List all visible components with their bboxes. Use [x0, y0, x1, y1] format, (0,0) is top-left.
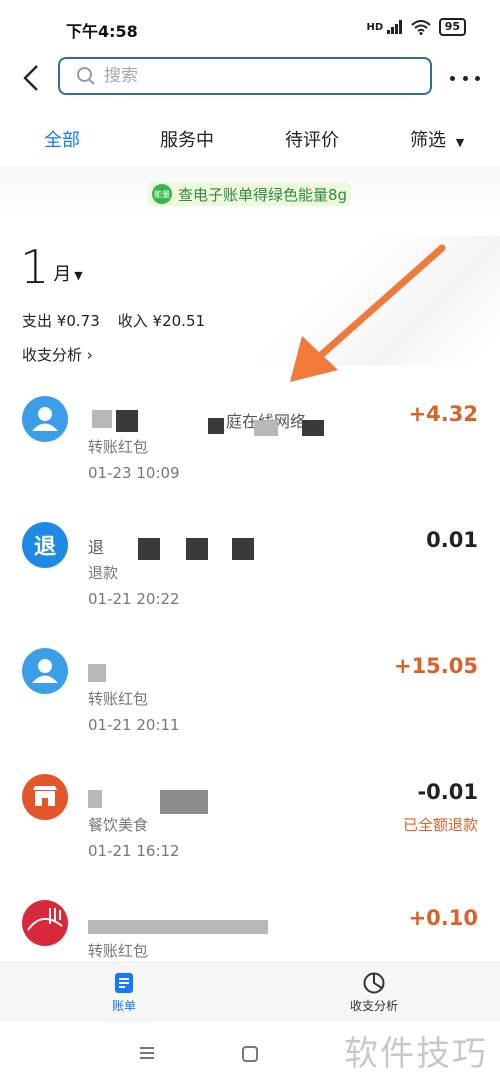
- transaction-row[interactable]: 餐饮美食 01-21 16:12 -0.01 已全额退款: [0, 774, 500, 899]
- more-options-button[interactable]: [450, 64, 480, 92]
- transaction-time: 01-21 16:12: [88, 842, 180, 860]
- bill-icon: [115, 973, 133, 993]
- banner-text: 查电子账单得绿色能量8g: [178, 185, 348, 204]
- transaction-amount: +15.05: [393, 654, 478, 678]
- transaction-amount: +0.10: [408, 906, 478, 930]
- transaction-row[interactable]: 退 退 退款 01-21 20:22 0.01: [0, 522, 500, 647]
- refund-status-note: 已全额退款: [402, 816, 478, 834]
- nav-analysis[interactable]: 收支分析: [334, 971, 414, 1014]
- transaction-category: 转账红包: [88, 438, 149, 456]
- transaction-category: 转账红包: [88, 690, 149, 708]
- person-avatar-icon: [22, 396, 68, 442]
- tab-filter[interactable]: 筛选 ▼: [410, 126, 464, 152]
- transaction-row[interactable]: 庭在线网络 转账红包 01-23 10:09 +4.32: [0, 396, 500, 521]
- status-bar: 下午4:58 HD 95: [0, 0, 500, 56]
- menu-icon[interactable]: [138, 1046, 156, 1060]
- search-header: [0, 56, 500, 100]
- pie-chart-icon: [363, 972, 385, 994]
- transaction-time: 01-21 20:11: [88, 716, 180, 734]
- status-icons: HD 95: [367, 18, 466, 36]
- transaction-category: 餐饮美食: [88, 816, 149, 834]
- search-input[interactable]: [104, 66, 404, 86]
- transaction-amount: +4.32: [408, 402, 478, 426]
- watermark-text: 软件技巧: [344, 1034, 488, 1074]
- refund-icon: 退: [22, 522, 68, 568]
- tab-all[interactable]: 全部: [44, 126, 80, 152]
- more-dot-icon: [450, 75, 455, 81]
- status-time: 下午4:58: [66, 22, 138, 41]
- shop-icon: [22, 774, 68, 820]
- back-button[interactable]: [18, 62, 46, 94]
- month-number: 1: [20, 240, 50, 294]
- signal-icon: HD: [367, 20, 403, 34]
- month-selector[interactable]: 1 月 ▼: [20, 242, 83, 292]
- annotation-arrow-icon: [290, 244, 446, 382]
- expense-total: 支出 ¥0.73: [22, 312, 100, 330]
- transaction-category: 转账红包: [88, 942, 149, 960]
- analysis-link[interactable]: 收支分析 ›: [22, 344, 93, 365]
- transaction-name: [88, 910, 388, 936]
- photo-avatar: [22, 900, 68, 946]
- transaction-time: 01-23 10:09: [88, 464, 180, 482]
- tab-filter-label: 筛选: [410, 130, 446, 151]
- transaction-name: 退: [88, 532, 388, 560]
- back-arrow-icon: [23, 65, 38, 91]
- more-dot-icon: [462, 75, 468, 81]
- caret-down-icon: ▼: [455, 136, 465, 149]
- transaction-amount: 0.01: [426, 528, 478, 552]
- search-icon: [77, 67, 95, 85]
- bottom-nav: 账单 收支分析: [0, 962, 500, 1022]
- transaction-row[interactable]: 转账红包 01-21 20:11 +15.05: [0, 648, 500, 773]
- transaction-name: [88, 658, 388, 684]
- tab-in-service[interactable]: 服务中: [160, 126, 214, 152]
- person-avatar-icon: [22, 648, 68, 694]
- month-unit: 月: [53, 264, 72, 285]
- transaction-name: 庭在线网络: [88, 406, 388, 436]
- month-totals: 支出 ¥0.73 收入 ¥20.51: [22, 310, 205, 331]
- income-total: 收入 ¥20.51: [117, 312, 206, 330]
- transaction-time: 01-21 20:22: [88, 590, 180, 608]
- tab-pending-review[interactable]: 待评价: [285, 126, 339, 152]
- transaction-amount: -0.01: [417, 780, 478, 804]
- green-energy-banner[interactable]: 能量 查电子账单得绿色能量8g: [148, 182, 352, 206]
- banner-area: 能量 查电子账单得绿色能量8g: [0, 166, 500, 222]
- search-box[interactable]: [58, 57, 432, 95]
- home-square-icon[interactable]: [241, 1045, 259, 1063]
- filter-tabs: 全部 服务中 待评价 筛选 ▼: [0, 120, 500, 160]
- nav-analysis-label: 收支分析: [349, 999, 398, 1013]
- nav-bill[interactable]: 账单: [84, 971, 164, 1014]
- battery-icon: 95: [438, 18, 466, 36]
- more-dot-icon: [475, 75, 480, 81]
- caret-down-icon: ▼: [74, 269, 83, 282]
- energy-badge-icon: 能量: [152, 184, 172, 204]
- wifi-icon: [411, 19, 431, 35]
- transaction-category: 退款: [88, 564, 119, 582]
- nav-bill-label: 账单: [111, 999, 136, 1013]
- transaction-name: [88, 784, 388, 814]
